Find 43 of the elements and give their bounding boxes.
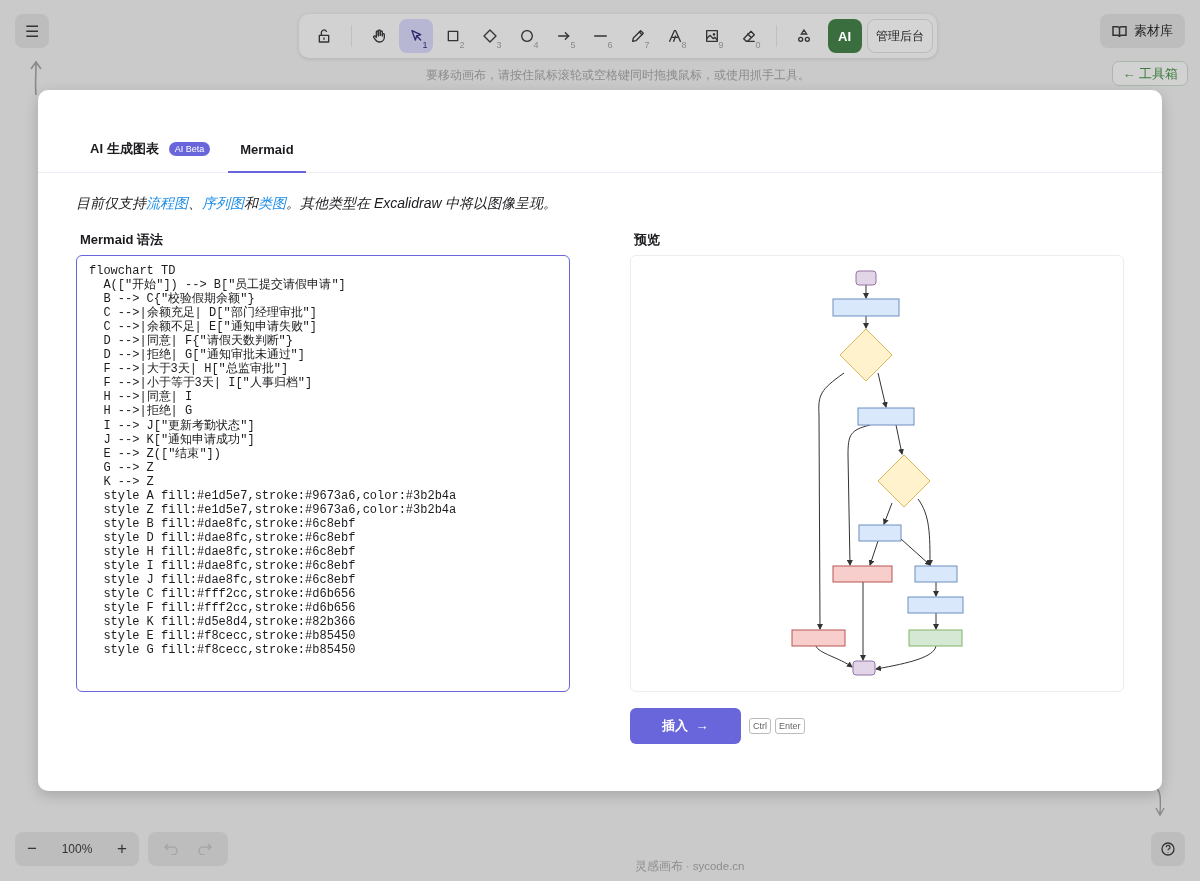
- tool-button[interactable]: 7: [620, 19, 655, 53]
- link[interactable]: 流程图: [146, 195, 188, 211]
- text-icon: [666, 28, 683, 44]
- menu-button[interactable]: ☰: [15, 14, 49, 48]
- pencil-icon: [629, 28, 646, 44]
- tool-button[interactable]: 4: [509, 19, 544, 53]
- tool-button[interactable]: 6: [583, 19, 618, 53]
- shortcut-key: Ctrl: [749, 718, 771, 734]
- insert-button[interactable]: 插入 →: [630, 708, 741, 744]
- diamond-icon: [481, 28, 498, 44]
- help-button[interactable]: [1151, 832, 1185, 866]
- book-icon: [1112, 24, 1127, 38]
- line-icon: [594, 35, 607, 37]
- link[interactable]: 类图: [258, 195, 286, 211]
- dialog-tab[interactable]: AI 生成图表 AI Beta: [78, 130, 223, 173]
- dialog-tab[interactable]: Mermaid: [228, 130, 306, 173]
- tool-button[interactable]: 3: [472, 19, 507, 53]
- tool-button[interactable]: 2: [435, 19, 470, 53]
- toolbox-button[interactable]: ← 工具箱: [1112, 61, 1188, 86]
- preview-label: 预览: [634, 231, 661, 249]
- zoom-in-button[interactable]: +: [105, 832, 139, 866]
- code-editor-field[interactable]: flowchart TD A(["开始"]) --> B["员工提交请假申请"] B --> C{"校验假期余额"} C -->|余额充足| D["部门经理审批"] C -->|余额不足| E["通知申请失败"] D -->|同意| F{"请假天数判断"} D -->|拒绝| G["通知审批未通过"] F -->|大于3天| H["总监审批"] F -->|小于等于3天| I["人事归档"] H -->|同意| I H -->|拒绝| G I --> J["更新考勤状态"] J --> K["通知申请成功"] E --> Z(["结束"]) G --> Z K --> Z style A fill:#e1d5e7,stroke:#9673a6,color:#3b2b4a style Z fill:#e1d5e7,stroke:#9673a6,color:#3b2b4a style B fill:#dae8fc,stroke:#6c8ebf style D fill:#dae8fc,stroke:#6c8ebf style H fill:#dae8fc,stroke:#6c8ebf style I fill:#dae8fc,stroke:#6c8ebf style J fill:#dae8fc,stroke:#6c8ebf style C fill:#fff2cc,stroke:#d6b656 style F fill:#fff2cc,stroke:#d6b656 style K fill:#d5e8d4,stroke:#82b366 style E fill:#f8cecc,stroke:#b85450 style G fill:#f8cecc,stroke:#b85450: [76, 255, 570, 692]
- tool-button[interactable]: 9: [694, 19, 729, 53]
- image-icon: [703, 28, 720, 44]
- help-icon: [1161, 842, 1175, 856]
- tool-button[interactable]: 1: [398, 19, 433, 53]
- eraser-icon: [740, 28, 757, 44]
- zoom-out-button[interactable]: −: [15, 832, 49, 866]
- admin-button[interactable]: 管理后台: [866, 19, 933, 53]
- hint-arrow-icon: [29, 60, 43, 96]
- tool-button[interactable]: 0: [731, 19, 766, 53]
- shortcut-key: Enter: [775, 718, 805, 734]
- notice-text: 目前仅支持流程图、序列图和类图。其他类型在 Excalidraw 中将以图像呈现。: [76, 195, 559, 213]
- ai-button[interactable]: AI: [827, 19, 862, 53]
- hand-icon: [370, 28, 387, 44]
- beta-badge: AI Beta: [168, 142, 211, 156]
- link[interactable]: 序列图: [202, 195, 244, 211]
- zoom-level[interactable]: 100%: [49, 842, 105, 856]
- library-button[interactable]: 素材库: [1100, 14, 1185, 48]
- shapes-icon[interactable]: [795, 28, 812, 44]
- tool-button[interactable]: 8: [657, 19, 692, 53]
- tool-button[interactable]: 5: [546, 19, 581, 53]
- editor-label: Mermaid 语法: [80, 231, 165, 249]
